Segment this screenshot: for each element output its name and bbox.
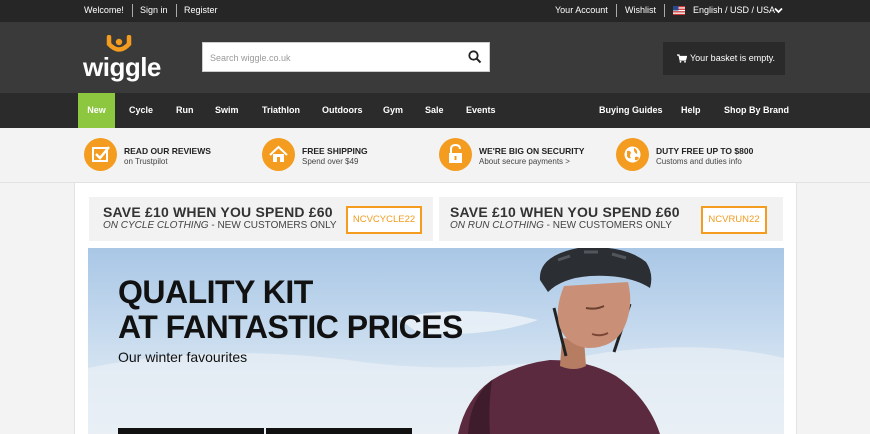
locale-selector[interactable]: English / USD / USA <box>693 0 775 21</box>
search-input[interactable] <box>210 49 460 66</box>
hero-cta-button[interactable] <box>118 428 264 434</box>
us-flag-icon <box>673 6 685 15</box>
search-box <box>202 42 490 72</box>
usp-subtitle: Customs and duties info <box>656 157 742 166</box>
usp-title: READ OUR REVIEWS <box>124 146 211 156</box>
hero-headline-line-1: QUALITY KIT <box>118 274 313 310</box>
nav-item-buying-guides[interactable]: Buying Guides <box>599 93 663 128</box>
locale-label: English / USD / USA <box>693 5 776 15</box>
home-icon <box>262 138 295 171</box>
divider <box>616 4 617 17</box>
basket-button[interactable]: Your basket is empty. <box>663 42 785 75</box>
hero-headline: QUALITY KIT AT FANTASTIC PRICES <box>118 275 463 345</box>
cart-icon <box>677 54 687 63</box>
site-header: wiggle Your basket is empty. <box>0 22 870 93</box>
promo-details: ON RUN CLOTHING - NEW CUSTOMERS ONLY <box>450 220 672 231</box>
main-navigation: New Cycle Run Swim Triathlon Outdoors Gy… <box>0 93 870 128</box>
top-utility-bar: Welcome! Sign in Register Your Account W… <box>0 0 870 22</box>
promo-banner-cycle[interactable]: SAVE £10 WHEN YOU SPEND £60 ON CYCLE CLO… <box>89 197 433 241</box>
promo-category: ON CYCLE CLOTHING <box>103 220 209 231</box>
promo-code-badge[interactable]: NCVRUN22 <box>701 206 767 234</box>
promo-headline: SAVE £10 WHEN YOU SPEND £60 <box>450 204 680 220</box>
padlock-icon <box>439 138 472 171</box>
search-button[interactable] <box>467 49 483 65</box>
usp-security[interactable]: WE'RE BIG ON SECURITY About secure payme… <box>439 138 599 172</box>
hero-headline-line-2: AT FANTASTIC PRICES <box>118 309 463 345</box>
usp-title: DUTY FREE UP TO $800 <box>656 146 754 156</box>
promo-code-badge[interactable]: NCVCYCLE22 <box>346 206 422 234</box>
promo-banner-run[interactable]: SAVE £10 WHEN YOU SPEND £60 ON RUN CLOTH… <box>439 197 783 241</box>
promo-headline: SAVE £10 WHEN YOU SPEND £60 <box>103 204 333 220</box>
nav-item-gym[interactable]: Gym <box>383 93 403 128</box>
divider <box>176 4 177 17</box>
nav-item-shop-by-brand[interactable]: Shop By Brand <box>724 93 789 128</box>
nav-item-new[interactable]: New <box>78 93 115 128</box>
usp-title: FREE SHIPPING <box>302 146 368 156</box>
logo-wordmark: wiggle <box>83 52 161 82</box>
hero-cta-button[interactable] <box>266 428 412 434</box>
promo-condition: - NEW CUSTOMERS ONLY <box>543 220 672 231</box>
hero-banner[interactable]: QUALITY KIT AT FANTASTIC PRICES Our winte… <box>88 248 784 434</box>
nav-item-triathlon[interactable]: Triathlon <box>262 93 300 128</box>
globe-icon <box>616 138 649 171</box>
welcome-text: Welcome! <box>84 5 124 15</box>
trustpilot-icon <box>84 138 117 171</box>
promo-condition: - NEW CUSTOMERS ONLY <box>208 220 337 231</box>
divider <box>664 4 665 17</box>
chevron-down-icon <box>774 7 783 14</box>
register-link[interactable]: Register <box>184 0 218 21</box>
usp-reviews[interactable]: READ OUR REVIEWS on Trustpilot <box>84 138 234 172</box>
promo-category: ON RUN CLOTHING <box>450 220 544 231</box>
usp-title: WE'RE BIG ON SECURITY <box>479 146 585 156</box>
nav-item-run[interactable]: Run <box>176 93 194 128</box>
usp-strip: READ OUR REVIEWS on Trustpilot FREE SHIP… <box>0 128 870 183</box>
nav-item-help[interactable]: Help <box>681 93 701 128</box>
search-icon <box>468 50 482 64</box>
nav-item-events[interactable]: Events <box>466 93 496 128</box>
usp-duty[interactable]: DUTY FREE UP TO $800 Customs and duties … <box>616 138 776 172</box>
usp-shipping[interactable]: FREE SHIPPING Spend over $49 <box>262 138 412 172</box>
usp-subtitle: Spend over $49 <box>302 157 359 166</box>
usp-subtitle: About secure payments > <box>479 157 570 166</box>
your-account-link[interactable]: Your Account <box>555 0 608 21</box>
hero-subtitle: Our winter favourites <box>118 349 248 365</box>
wiggle-logo[interactable]: wiggle <box>83 35 163 81</box>
basket-label: Your basket is empty. <box>690 53 776 63</box>
wishlist-link[interactable]: Wishlist <box>625 0 656 21</box>
sign-in-link[interactable]: Sign in <box>140 0 168 21</box>
nav-item-sale[interactable]: Sale <box>425 93 444 128</box>
nav-item-swim[interactable]: Swim <box>215 93 239 128</box>
usp-subtitle: on Trustpilot <box>124 157 168 166</box>
nav-item-outdoors[interactable]: Outdoors <box>322 93 363 128</box>
main-content: SAVE £10 WHEN YOU SPEND £60 ON CYCLE CLO… <box>74 183 797 434</box>
nav-item-cycle[interactable]: Cycle <box>129 93 153 128</box>
promo-details: ON CYCLE CLOTHING - NEW CUSTOMERS ONLY <box>103 220 337 231</box>
divider <box>132 4 133 17</box>
